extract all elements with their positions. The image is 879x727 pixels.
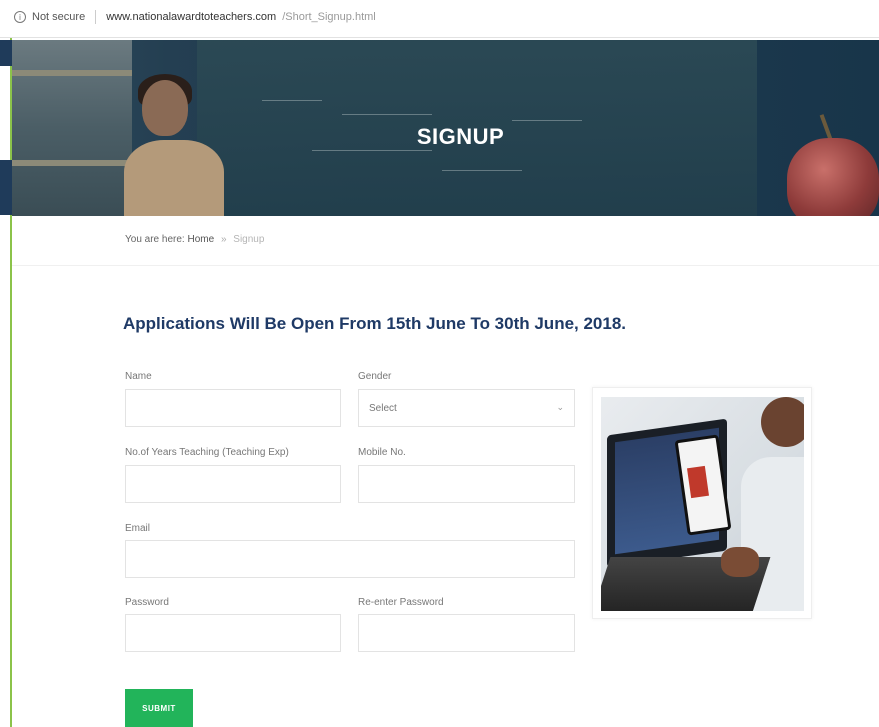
address-divider [95,10,97,24]
desktop-edge [0,0,12,727]
security-label[interactable]: Not secure [32,11,85,23]
years-teaching-label: No.of Years Teaching (Teaching Exp) [125,447,289,458]
breadcrumb-prefix: You are here: [125,234,185,245]
submit-button[interactable]: SUBMIT [125,689,193,727]
breadcrumb: You are here: Home » Signup [125,234,264,245]
reenter-password-input[interactable] [358,614,575,652]
breadcrumb-home-link[interactable]: Home [187,234,214,245]
hero-banner: SIGNUP [12,40,879,216]
desktop-edge-block [0,160,12,215]
address-bar[interactable]: i Not secure www.nationalawardtoteachers… [0,0,879,38]
chalk-line [262,100,322,101]
email-input[interactable] [125,540,575,578]
chalk-line [512,120,582,121]
email-label: Email [125,523,151,534]
chalk-line [342,114,432,115]
info-icon[interactable]: i [14,11,26,23]
chalk-line [312,150,432,151]
years-teaching-input[interactable] [125,465,341,503]
gender-label: Gender [358,371,392,382]
url-host[interactable]: www.nationalawardtoteachers.com [106,11,276,23]
person-figure [721,547,759,577]
breadcrumb-separator: » [220,234,227,245]
teacher-image [124,140,224,216]
breadcrumb-current: Signup [233,234,265,245]
applications-heading: Applications Will Be Open From 15th June… [123,314,627,333]
password-input[interactable] [125,614,341,652]
address-bar-content: i Not secure www.nationalawardtoteachers… [14,10,376,24]
desktop-edge-block [0,40,12,66]
mobile-input[interactable] [358,465,575,503]
breadcrumb-bar: You are here: Home » Signup [12,216,879,266]
chevron-down-icon: ⌄ [556,403,564,413]
password-label: Password [125,597,169,608]
name-input[interactable] [125,389,341,427]
chalk-line [442,170,522,171]
person-figure [761,397,804,447]
page-title: SIGNUP [416,124,505,149]
laptop-photo [601,397,804,611]
mobile-label: Mobile No. [358,447,406,458]
gender-select[interactable]: Select ⌄ [358,389,575,427]
gender-selected-value: Select [369,402,397,414]
url-path[interactable]: /Short_Signup.html [282,11,376,23]
name-label: Name [125,371,152,382]
reenter-password-label: Re-enter Password [358,597,444,608]
